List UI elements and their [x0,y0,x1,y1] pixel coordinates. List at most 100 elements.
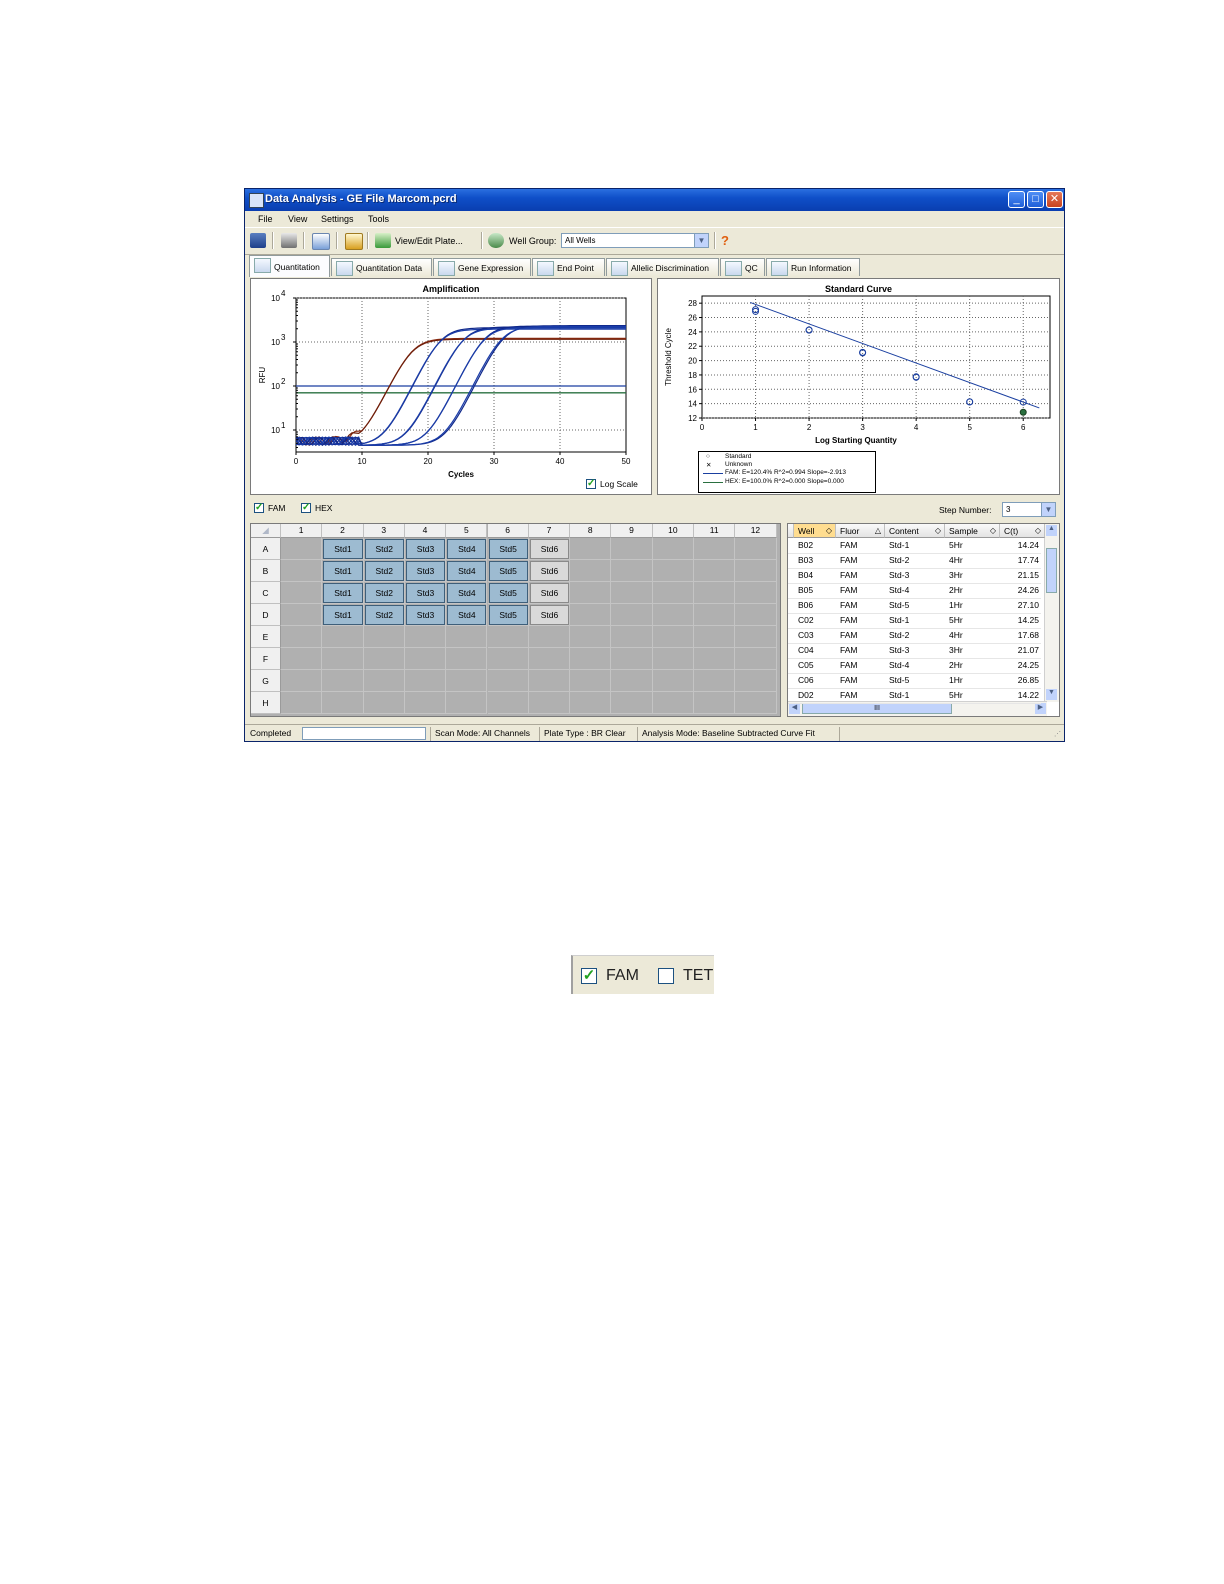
plate-well-empty[interactable] [404,648,447,670]
plate-well-empty[interactable] [735,538,777,560]
table-cell[interactable]: 5Hr [949,613,1000,628]
plate-well[interactable]: Std3 [405,539,446,559]
plate-row-header[interactable]: B [251,560,281,582]
plate-well-empty[interactable] [611,692,653,714]
table-header-fluor[interactable]: Fluor △ [836,524,885,538]
well-group-select[interactable]: All Wells ▼ [561,233,709,248]
plate-column-header[interactable]: 5 [446,524,488,538]
plate-well-empty[interactable] [611,670,653,692]
plate-column-header[interactable]: 7 [528,524,571,538]
plate-well-empty[interactable] [735,626,777,648]
plate-well-empty[interactable] [570,538,612,560]
plate-well[interactable]: Std1 [323,583,363,603]
table-header-well[interactable]: Well ◇ [794,524,836,538]
hex-checkbox[interactable]: ✓ [301,503,311,513]
plate-well[interactable]: Std3 [405,583,446,603]
plate-well-empty[interactable] [611,560,653,582]
plate-well-empty[interactable] [652,670,694,692]
step-number-select[interactable]: 3 ▼ [1002,502,1056,517]
title-bar[interactable]: Data Analysis - GE File Marcom.pcrd _ □ … [245,189,1064,211]
tab-run-information[interactable]: Run Information [766,258,860,276]
plate-column-header[interactable]: 12 [735,524,777,538]
menu-view[interactable]: View [288,214,307,224]
plate-well[interactable]: Std1 [323,605,363,625]
table-cell[interactable]: 14.25 [1000,613,1039,628]
plate-well-empty[interactable] [694,604,736,626]
plate-column-header[interactable]: 3 [363,524,405,538]
plate-icon[interactable] [375,233,391,248]
plate-row-header[interactable]: G [251,670,281,692]
plate-well[interactable]: Std5 [488,539,528,559]
tab-gene-expression[interactable]: Gene Expression [433,258,531,276]
amplification-chart[interactable]: 0 10 20 30 40 50104103102101CyclesRFU [251,279,651,494]
table-cell[interactable]: 24.26 [1000,583,1039,598]
help-icon[interactable]: ? [721,233,729,248]
plate-well[interactable]: Std3 [405,561,446,581]
plate-well-empty[interactable] [694,626,736,648]
table-cell[interactable]: Std-1 [889,538,945,553]
table-cell[interactable]: Std-1 [889,613,945,628]
table-cell[interactable]: 27.10 [1000,598,1039,613]
plate-well-empty[interactable] [363,648,405,670]
close-button[interactable]: ✕ [1046,191,1063,208]
plate-well-empty[interactable] [528,626,571,648]
plate-well-empty[interactable] [570,560,612,582]
plate-well-empty[interactable] [446,648,488,670]
plate-well-empty[interactable] [735,560,777,582]
plate-well-empty[interactable] [487,626,529,648]
plate-well-empty[interactable] [694,582,736,604]
plate-well[interactable]: Std1 [323,561,363,581]
table-cell[interactable]: FAM [840,658,885,673]
table-cell[interactable]: 1Hr [949,598,1000,613]
scroll-down-icon[interactable]: ▼ [1046,689,1057,700]
plate-well-empty[interactable] [528,648,571,670]
scroll-left-icon[interactable]: ◀ [789,703,800,714]
plate-well-empty[interactable] [487,670,529,692]
menu-file[interactable]: File [258,214,273,224]
tet-checkbox-large[interactable] [658,968,674,984]
plate-well-empty[interactable] [363,670,405,692]
plate-corner[interactable]: ◢ [251,524,281,538]
plate-well-empty[interactable] [281,560,323,582]
plate-row-header[interactable]: C [251,582,281,604]
plate-well[interactable]: Std4 [447,561,487,581]
plate-well-empty[interactable] [570,692,612,714]
plate-well[interactable]: Std6 [529,561,570,581]
table-cell[interactable]: B05 [798,583,836,598]
plate-well-empty[interactable] [735,670,777,692]
table-cell[interactable]: FAM [840,553,885,568]
plate-well-empty[interactable] [322,626,364,648]
tab-quantitation[interactable]: Quantitation [249,255,330,277]
plate-well-empty[interactable] [487,692,529,714]
table-cell[interactable]: C06 [798,673,836,688]
plate-well-empty[interactable] [611,648,653,670]
table-cell[interactable]: 14.24 [1000,538,1039,553]
table-cell[interactable]: FAM [840,643,885,658]
plate-well-empty[interactable] [404,626,447,648]
plate-row-header[interactable]: H [251,692,281,714]
table-cell[interactable]: B02 [798,538,836,553]
view-edit-plate-button[interactable]: View/Edit Plate... [395,236,463,246]
table-cell[interactable]: 3Hr [949,643,1000,658]
report-icon[interactable] [312,233,330,250]
table-cell[interactable]: Std-4 [889,658,945,673]
plate-well-empty[interactable] [363,626,405,648]
plate-well[interactable]: Std4 [447,605,487,625]
table-cell[interactable]: Std-3 [889,568,945,583]
fam-checkbox-large[interactable]: ✓ [581,968,597,984]
plate-well[interactable]: Std2 [364,539,404,559]
plate-well[interactable]: Std3 [405,605,446,625]
table-cell[interactable]: Std-2 [889,628,945,643]
plate-column-header[interactable]: 6 [487,524,529,538]
table-header-content[interactable]: Content ◇ [885,524,945,538]
table-cell[interactable]: 21.07 [1000,643,1039,658]
table-cell[interactable]: FAM [840,583,885,598]
table-cell[interactable]: 5Hr [949,538,1000,553]
table-cell[interactable]: 4Hr [949,553,1000,568]
plate-well-empty[interactable] [611,538,653,560]
plate-well-empty[interactable] [652,560,694,582]
menu-tools[interactable]: Tools [368,214,389,224]
save-icon[interactable] [250,233,266,248]
table-cell[interactable]: FAM [840,628,885,643]
table-cell[interactable]: C05 [798,658,836,673]
